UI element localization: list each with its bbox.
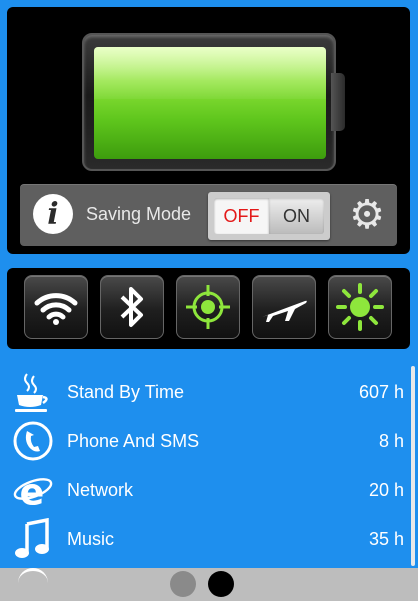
list-item-value: 8 h (378, 431, 404, 451)
quick-toggles-panel (7, 268, 410, 349)
list-scrollbar[interactable] (411, 366, 415, 566)
battery-indicator (82, 33, 345, 171)
list-item-standby[interactable]: Stand By Time 607 h (0, 368, 410, 417)
phone-icon (12, 419, 54, 463)
page-indicator-2[interactable] (208, 571, 234, 597)
wifi-toggle-button[interactable] (24, 275, 88, 339)
saving-mode-bar: i Saving Mode OFF ON ⚙ (20, 184, 397, 246)
list-item-value: 20 h (368, 480, 404, 500)
list-item-phone[interactable]: Phone And SMS 8 h (0, 417, 410, 466)
bluetooth-toggle-button[interactable] (100, 275, 164, 339)
airplane-toggle-button[interactable] (252, 275, 316, 339)
pager-bar (0, 568, 418, 601)
gear-icon[interactable]: ⚙ (346, 194, 388, 236)
list-item-value: 35 h (368, 529, 404, 549)
bluetooth-icon (120, 287, 143, 327)
brightness-icon (336, 283, 384, 331)
toggle-on-label[interactable]: ON (269, 198, 324, 234)
wifi-icon (34, 293, 78, 325)
battery-tip (331, 73, 345, 131)
saving-mode-label: Saving Mode (86, 204, 192, 224)
list-item-label: Music (67, 529, 115, 549)
music-note-icon (12, 517, 54, 561)
page-indicator-1[interactable] (170, 571, 196, 597)
toggle-off-label[interactable]: OFF (214, 198, 269, 234)
saving-mode-toggle[interactable]: OFF ON (208, 192, 330, 240)
battery-shell (82, 33, 336, 171)
list-item-label: Network (67, 480, 134, 500)
list-item-value: 607 h (358, 382, 404, 402)
battery-fill (94, 47, 326, 159)
list-item-music[interactable]: Music 35 h (0, 515, 410, 564)
gps-icon (186, 285, 230, 329)
gps-toggle-button[interactable] (176, 275, 240, 339)
airplane-icon (262, 300, 307, 322)
info-icon[interactable]: i (33, 194, 73, 234)
list-item-label: Phone And SMS (67, 431, 200, 451)
list-item-label: Stand By Time (67, 382, 185, 402)
coffee-cup-icon (12, 370, 54, 414)
svg-text:e: e (20, 470, 45, 511)
network-e-icon: e (12, 468, 54, 512)
list-item-network[interactable]: e Network 20 h (0, 466, 410, 515)
brightness-toggle-button[interactable] (328, 275, 392, 339)
partial-list-icon (18, 568, 48, 583)
